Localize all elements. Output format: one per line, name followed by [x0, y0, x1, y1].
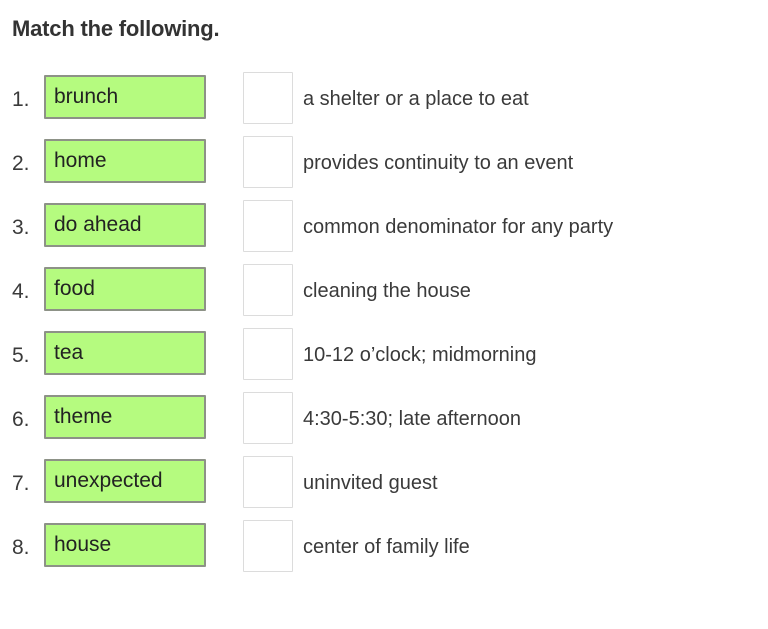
row-number: 2.: [12, 152, 30, 175]
definition-label: a shelter or a place to eat: [303, 88, 529, 110]
term-box[interactable]: theme: [44, 395, 206, 439]
definition-label: 4:30-5:30; late afternoon: [303, 408, 521, 430]
match-row: 4. food cleaning the house: [0, 264, 768, 328]
match-row: 1. brunch a shelter or a place to eat: [0, 72, 768, 136]
match-row: 5. tea 10-12 o’clock; midmorning: [0, 328, 768, 392]
definition-label: 10-12 o’clock; midmorning: [303, 344, 537, 366]
definition-label: center of family life: [303, 536, 470, 558]
row-number: 7.: [12, 472, 30, 495]
term-label: brunch: [54, 85, 119, 108]
term-box[interactable]: brunch: [44, 75, 206, 119]
definition-label: common denominator for any party: [303, 216, 614, 238]
term-box[interactable]: unexpected: [44, 459, 206, 503]
term-label: house: [54, 533, 112, 556]
term-box[interactable]: food: [44, 267, 206, 311]
matching-exercise-list: 1. brunch a shelter or a place to eat 2.…: [0, 72, 768, 584]
term-box[interactable]: home: [44, 139, 206, 183]
term-label: do ahead: [54, 213, 142, 236]
match-row: 3. do ahead common denominator for any p…: [0, 200, 768, 264]
definition-label: provides continuity to an event: [303, 152, 574, 174]
row-number: 8.: [12, 536, 30, 559]
row-number: 3.: [12, 216, 30, 239]
row-number: 5.: [12, 344, 30, 367]
answer-input-box[interactable]: [243, 456, 293, 508]
answer-input-box[interactable]: [243, 328, 293, 380]
term-label: tea: [54, 341, 84, 364]
term-box[interactable]: house: [44, 523, 206, 567]
match-row: 6. theme 4:30-5:30; late afternoon: [0, 392, 768, 456]
match-row: 7. unexpected uninvited guest: [0, 456, 768, 520]
answer-input-box[interactable]: [243, 264, 293, 316]
row-number: 6.: [12, 408, 30, 431]
term-box[interactable]: do ahead: [44, 203, 206, 247]
answer-input-box[interactable]: [243, 72, 293, 124]
match-row: 8. house center of family life: [0, 520, 768, 584]
definition-label: uninvited guest: [303, 472, 438, 494]
answer-input-box[interactable]: [243, 520, 293, 572]
match-row: 2. home provides continuity to an event: [0, 136, 768, 200]
worksheet-page: Match the following. 1. brunch a shelter…: [0, 0, 768, 629]
row-number: 1.: [12, 88, 30, 111]
term-label: home: [54, 149, 107, 172]
term-label: food: [54, 277, 95, 300]
term-label: theme: [54, 405, 113, 428]
page-title: Match the following.: [12, 16, 220, 41]
row-number: 4.: [12, 280, 30, 303]
term-box[interactable]: tea: [44, 331, 206, 375]
answer-input-box[interactable]: [243, 136, 293, 188]
answer-input-box[interactable]: [243, 200, 293, 252]
definition-label: cleaning the house: [303, 280, 471, 302]
term-label: unexpected: [54, 469, 163, 492]
answer-input-box[interactable]: [243, 392, 293, 444]
